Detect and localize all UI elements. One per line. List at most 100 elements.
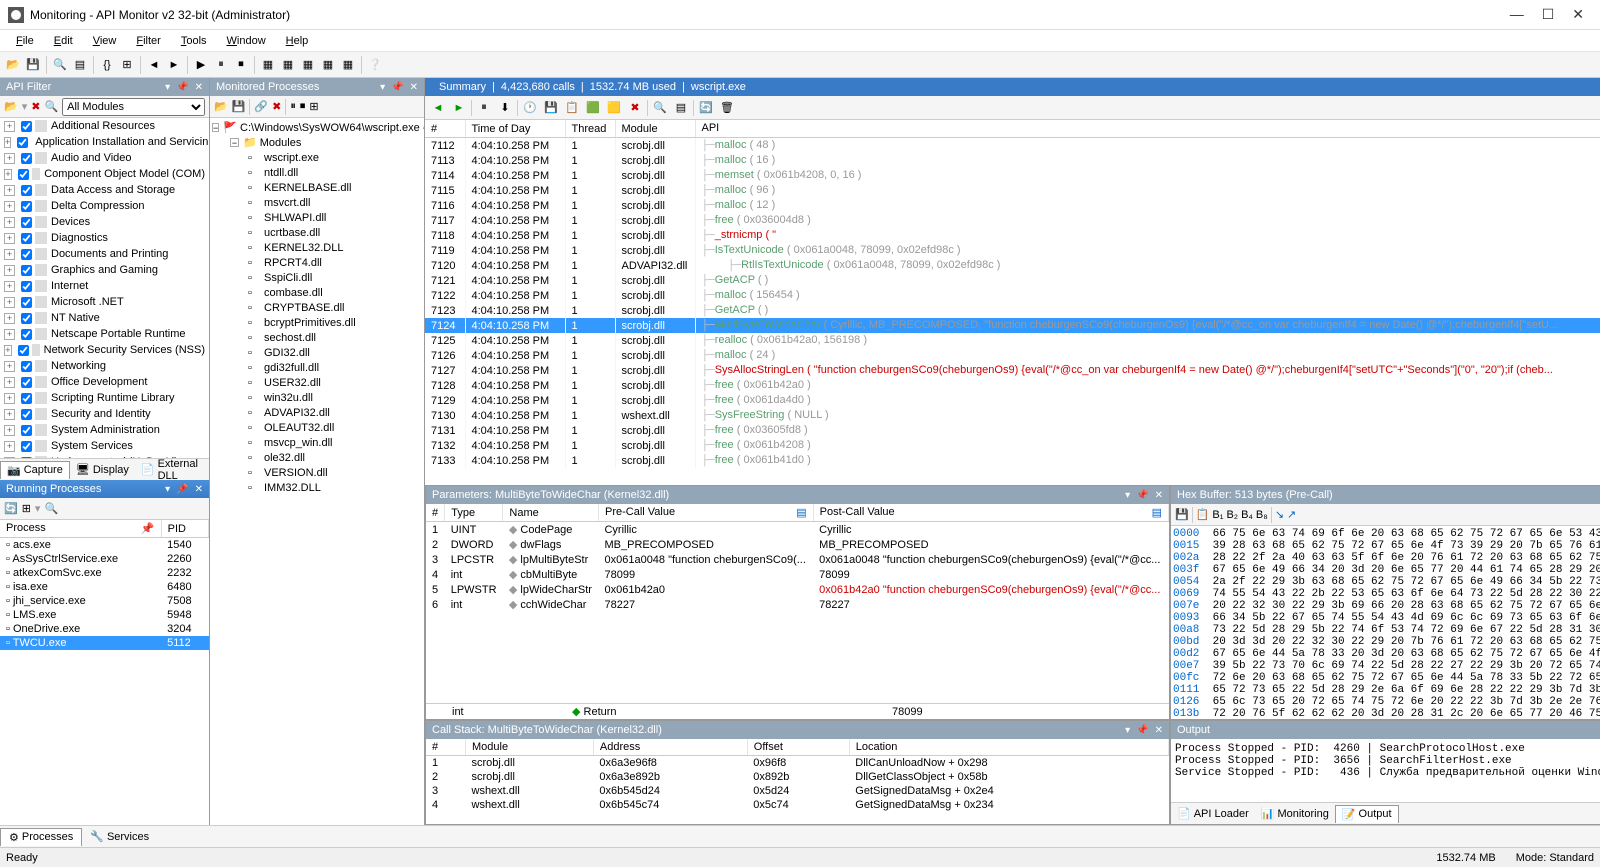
process-row[interactable]: ▫ atkexComSvc.exe2232 xyxy=(0,566,209,580)
clear-filter-icon[interactable]: ✖ xyxy=(31,100,40,113)
process-table[interactable]: Process 📌PID▫ acs.exe1540▫ AsSysCtrlServ… xyxy=(0,520,209,650)
expand-icon[interactable]: + xyxy=(4,217,15,228)
api-mark-icon[interactable]: 🟩 xyxy=(584,99,602,117)
filter-checkbox[interactable] xyxy=(17,137,28,148)
col-header[interactable]: Address xyxy=(593,739,747,756)
expand-icon[interactable]: + xyxy=(4,153,15,164)
api-row[interactable]: 71154:04:10.258 PM1scrobj.dll├─malloc ( … xyxy=(425,183,1600,198)
expand-icon[interactable]: + xyxy=(4,345,12,356)
module-item[interactable]: ▫gdi32full.dll xyxy=(212,360,422,375)
tab-apiloader[interactable]: 📄 API Loader xyxy=(1171,805,1255,822)
module-item[interactable]: ▫SHLWAPI.dll xyxy=(212,210,422,225)
filter-checkbox[interactable] xyxy=(21,313,32,324)
expand-icon[interactable]: + xyxy=(4,425,15,436)
api-row[interactable]: 71264:04:10.258 PM1scrobj.dll├─malloc ( … xyxy=(425,348,1600,363)
api-clear-icon[interactable]: ✖ xyxy=(626,99,644,117)
module-item[interactable]: ▫wscript.exe xyxy=(212,150,422,165)
module-item[interactable]: ▫CRYPTBASE.dll xyxy=(212,300,422,315)
api-save-icon[interactable]: 💾 xyxy=(542,99,560,117)
col-header[interactable]: Post-Call Value ▤ xyxy=(813,504,1168,522)
expand-icon[interactable]: + xyxy=(4,249,15,260)
filter-item[interactable]: +Networking xyxy=(0,358,209,374)
api-row[interactable]: 71244:04:10.258 PM1scrobj.dll├─MultiByte… xyxy=(425,318,1600,333)
process-row[interactable]: ▫ OneDrive.exe3204 xyxy=(0,622,209,636)
param-row[interactable]: 1UINT◆ CodePageCyrillicCyrillic xyxy=(426,522,1169,538)
stack-row[interactable]: 2scrobj.dll0x6a3e892b0x892bDllGetClassOb… xyxy=(426,770,1169,784)
toolbar-grid5-icon[interactable]: ▦ xyxy=(339,56,357,74)
filter-checkbox[interactable] xyxy=(21,329,32,340)
find-filter-icon[interactable]: 🔍 xyxy=(44,100,58,113)
close-panel-icon[interactable]: ✕ xyxy=(195,484,203,495)
api-row[interactable]: 71224:04:10.258 PM1scrobj.dll├─malloc ( … xyxy=(425,288,1600,303)
api-filter-tree[interactable]: +Additional Resources+Application Instal… xyxy=(0,118,209,458)
col-header[interactable]: # xyxy=(425,120,465,138)
filter-checkbox[interactable] xyxy=(21,249,32,260)
filter-checkbox[interactable] xyxy=(21,185,32,196)
hex-arrow2-icon[interactable]: ↗ xyxy=(1287,508,1296,521)
module-item[interactable]: ▫SspiCli.dll xyxy=(212,270,422,285)
minimize-button[interactable]: — xyxy=(1510,6,1524,23)
filter-checkbox[interactable] xyxy=(21,201,32,212)
module-item[interactable]: ▫msvcp_win.dll xyxy=(212,435,422,450)
filter-checkbox[interactable] xyxy=(21,297,32,308)
module-item[interactable]: ▫ole32.dll xyxy=(212,450,422,465)
menu-edit[interactable]: Edit xyxy=(44,33,83,49)
filter-item[interactable]: +Netscape Portable Runtime xyxy=(0,326,209,342)
hex-byte4-icon[interactable]: B₄ xyxy=(1241,509,1253,521)
filter-item[interactable]: +Microsoft .NET xyxy=(0,294,209,310)
toolbar-stop-icon[interactable]: ⏹ xyxy=(232,56,250,74)
menu-filter[interactable]: Filter xyxy=(126,33,170,49)
mon-stop-icon[interactable]: ⏹ xyxy=(300,100,306,113)
filter-item[interactable]: +Office Development xyxy=(0,374,209,390)
module-item[interactable]: ▫bcryptPrimitives.dll xyxy=(212,315,422,330)
filter-checkbox[interactable] xyxy=(21,425,32,436)
toolbar-help-icon[interactable]: ❔ xyxy=(366,56,384,74)
col-header[interactable]: Thread xyxy=(565,120,615,138)
toolbar-filter-icon[interactable]: ▤ xyxy=(71,56,89,74)
toolbar-grid3-icon[interactable]: ▦ xyxy=(299,56,317,74)
param-row[interactable]: 2DWORD◆ dwFlagsMB_PRECOMPOSEDMB_PRECOMPO… xyxy=(426,537,1169,552)
expand-icon[interactable]: + xyxy=(4,377,15,388)
toolbar-grid4-icon[interactable]: ▦ xyxy=(319,56,337,74)
hex-copy-icon[interactable]: 📋 xyxy=(1196,508,1210,521)
expand-icon[interactable]: − xyxy=(212,123,219,132)
close-button[interactable]: ✕ xyxy=(1572,6,1584,23)
filter-checkbox[interactable] xyxy=(18,345,29,356)
expand-icon[interactable]: + xyxy=(4,185,15,196)
tab-capture[interactable]: 📷 Capture xyxy=(0,461,70,479)
api-row[interactable]: 71314:04:10.258 PM1scrobj.dll├─free ( 0x… xyxy=(425,423,1600,438)
output-text[interactable]: Process Stopped - PID: 4260 | SearchProt… xyxy=(1171,739,1600,802)
col-header[interactable]: PID xyxy=(161,520,208,538)
callstack-table[interactable]: #ModuleAddressOffsetLocation1scrobj.dll0… xyxy=(426,739,1169,812)
api-row[interactable]: 71284:04:10.258 PM1scrobj.dll├─free ( 0x… xyxy=(425,378,1600,393)
menu-window[interactable]: Window xyxy=(217,33,276,49)
tab-output[interactable]: 📝 Output xyxy=(1335,805,1399,823)
expand-icon[interactable]: + xyxy=(4,409,15,420)
api-row[interactable]: 71184:04:10.258 PM1scrobj.dll├─_strnicmp… xyxy=(425,228,1600,243)
toolbar-grid2-icon[interactable]: ▦ xyxy=(279,56,297,74)
api-row[interactable]: 71274:04:10.258 PM1scrobj.dll├─SysAllocS… xyxy=(425,363,1600,378)
module-item[interactable]: ▫VERSION.dll xyxy=(212,465,422,480)
filter-item[interactable]: +Audio and Video xyxy=(0,150,209,166)
filter-item[interactable]: +Network Security Services (NSS) xyxy=(0,342,209,358)
filter-checkbox[interactable] xyxy=(21,153,32,164)
module-item[interactable]: ▫RPCRT4.dll xyxy=(212,255,422,270)
filter-item[interactable]: +Internet xyxy=(0,278,209,294)
api-row[interactable]: 71164:04:10.258 PM1scrobj.dll├─malloc ( … xyxy=(425,198,1600,213)
modules-tree[interactable]: −🚩 C:\Windows\SysWOW64\wscript.exe - F .… xyxy=(210,118,424,825)
pin-icon[interactable]: ▾ xyxy=(380,82,385,93)
param-row[interactable]: 4int◆ cbMultiByte7809978099 xyxy=(426,567,1169,582)
mon-open-icon[interactable]: 📂 xyxy=(214,100,228,113)
filter-item[interactable]: +System Administration xyxy=(0,422,209,438)
col-header[interactable]: Module xyxy=(466,739,594,756)
expand-icon[interactable]: + xyxy=(4,313,15,324)
api-prev-icon[interactable]: ◄ xyxy=(429,99,447,117)
api-row[interactable]: 71174:04:10.258 PM1scrobj.dll├─free ( 0x… xyxy=(425,213,1600,228)
pin2-icon[interactable]: 📌 xyxy=(1136,490,1148,501)
expand-icon[interactable]: + xyxy=(4,393,15,404)
filter-checkbox[interactable] xyxy=(21,121,32,132)
toolbar-grid1-icon[interactable]: ▦ xyxy=(259,56,277,74)
stack-row[interactable]: 4wshext.dll0x6b545c740x5c74GetSignedData… xyxy=(426,798,1169,812)
tab-monitoring[interactable]: 📊 Monitoring xyxy=(1255,805,1335,822)
mon-save-icon[interactable]: 💾 xyxy=(232,100,246,113)
